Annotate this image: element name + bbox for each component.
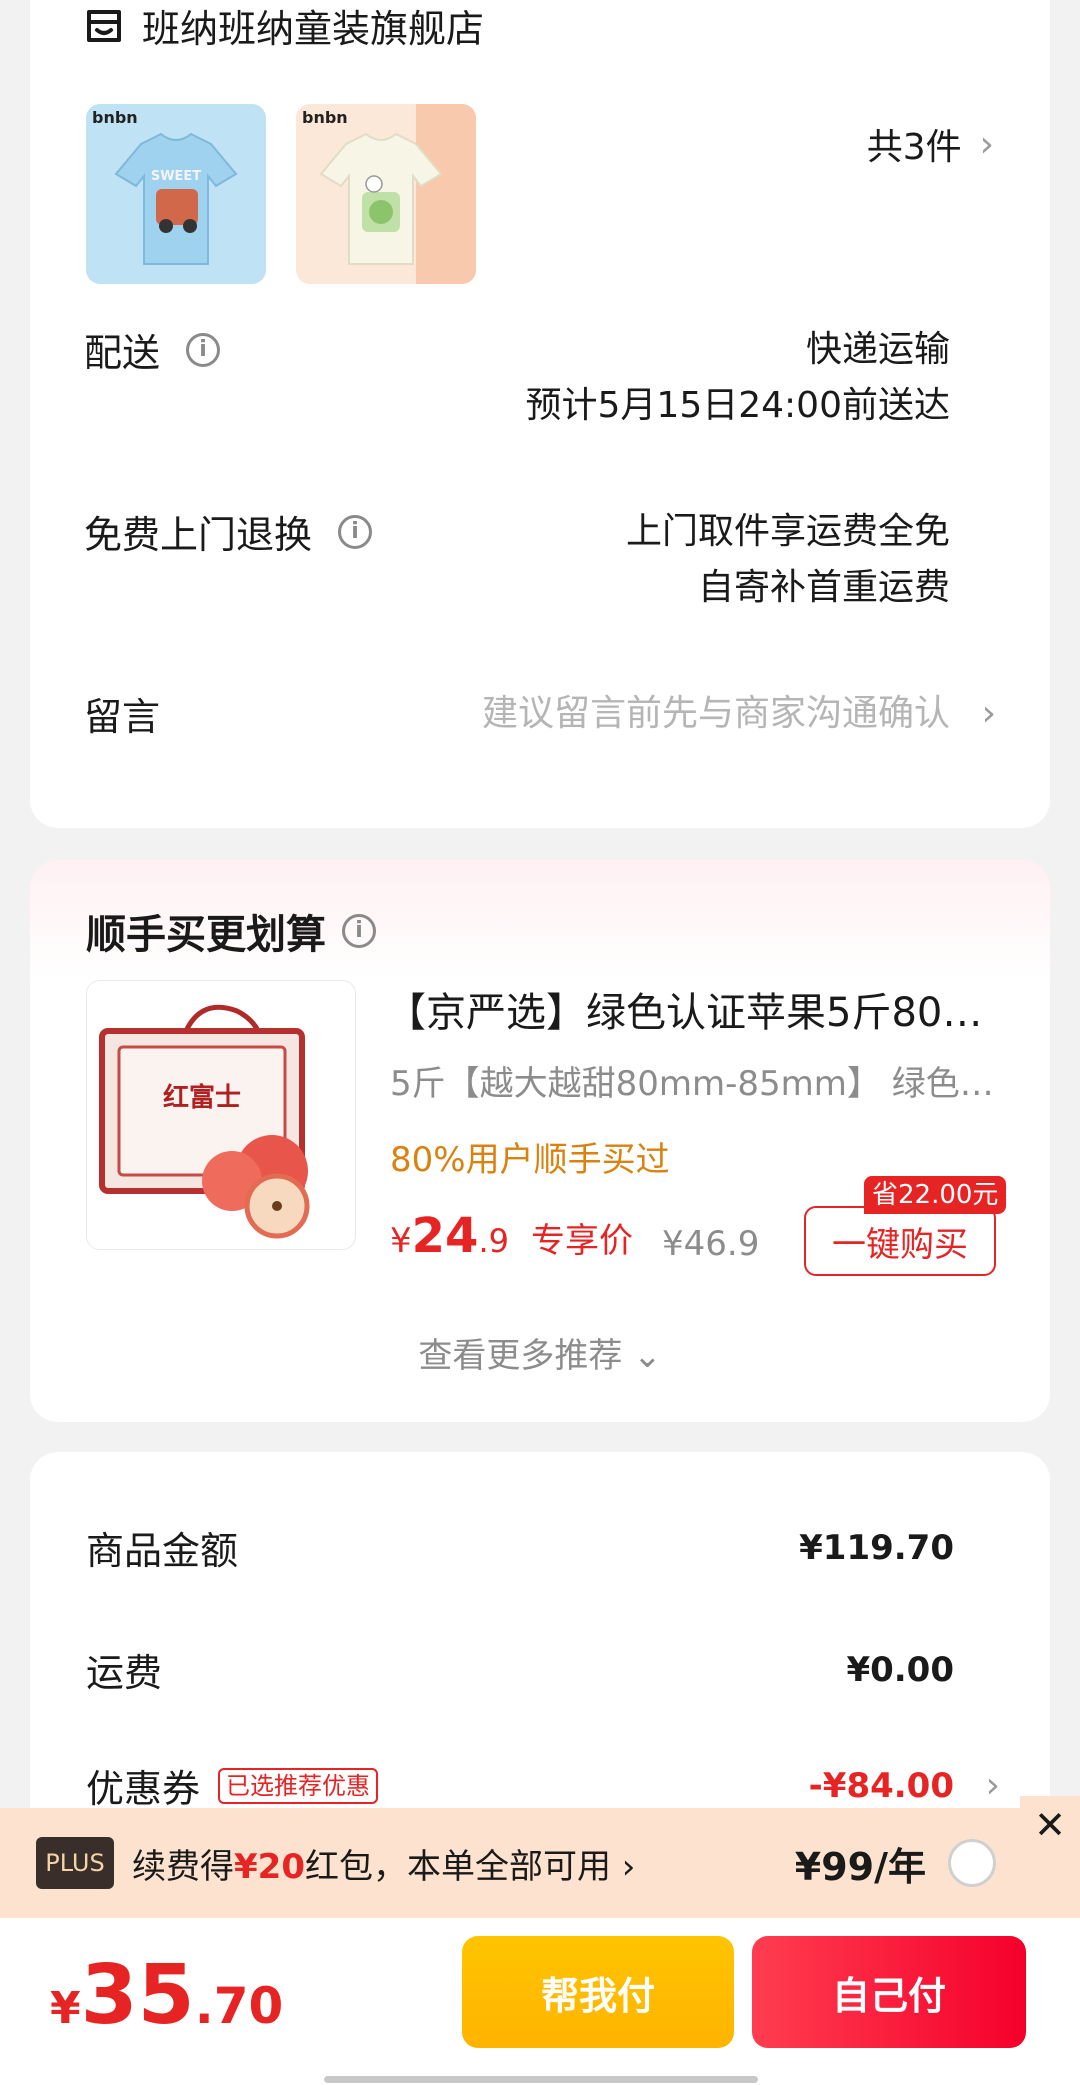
recommend-bought-hint: 80%用户顺手买过: [390, 1140, 670, 1180]
coupon-label: 优惠券: [86, 1767, 201, 1811]
recommend-product-name[interactable]: 【京严选】绿色认证苹果5斤80…: [386, 980, 986, 1038]
note-input[interactable]: 建议留言前先与商家沟通确认 ›: [481, 686, 996, 742]
product-thumbnail-blue-tshirt[interactable]: bnbn SWEET: [86, 104, 266, 284]
note-placeholder: 建议留言前先与商家沟通确认: [481, 693, 950, 734]
shop-header[interactable]: 班纳班纳童装旗舰店: [84, 0, 484, 53]
apple-box-image: 红富士: [87, 981, 355, 1249]
plus-renewal-banner[interactable]: PLUS 续费得¥20红包，本单全部可用 › ¥99/年 ✕: [0, 1796, 1080, 1918]
total-integer: 35: [80, 1948, 195, 2043]
plus-text-pre: 续费得: [132, 1846, 234, 1887]
price-integer: 24: [411, 1208, 479, 1264]
checkout-bar: ¥ 35 .70 帮我付 自己付: [0, 1918, 1080, 2085]
coupon-row[interactable]: 优惠券 已选推荐优惠 -¥84.00 ›: [86, 1758, 1000, 1813]
plus-text-highlight: ¥20: [234, 1846, 305, 1887]
info-icon[interactable]: i: [342, 914, 376, 948]
chevron-down-icon: ⌄: [633, 1336, 662, 1376]
free-return-row: 免费上门退换 i 上门取件享运费全免 自寄补首重运费: [84, 504, 996, 608]
shipping-label: 运费: [86, 1651, 163, 1695]
delivery-label: 配送: [84, 331, 161, 375]
item-count-label: 共3件: [866, 127, 962, 168]
goods-amount-label: 商品金额: [86, 1529, 239, 1573]
chevron-right-icon: ›: [621, 1846, 636, 1887]
pay-myself-button[interactable]: 自己付: [752, 1936, 1026, 2048]
return-line-1: 上门取件享运费全免: [625, 511, 950, 552]
delivery-method: 快递运输: [805, 329, 950, 370]
product-thumbnail-cream-tshirt[interactable]: bnbn: [296, 104, 476, 284]
tshirt-image: SWEET: [114, 132, 238, 265]
recommend-product-image[interactable]: 红富士: [86, 980, 356, 1250]
svg-text:SWEET: SWEET: [151, 169, 201, 184]
note-row[interactable]: 留言 建议留言前先与商家沟通确认 ›: [84, 686, 996, 741]
recommend-title: 顺手买更划算 i: [86, 902, 376, 960]
shipping-row: 运费 ¥0.00: [86, 1642, 954, 1697]
plus-select-radio[interactable]: [948, 1839, 996, 1887]
delivery-row: 配送 i 快递运输 预计5月15日24:00前送达: [84, 322, 996, 426]
delivery-eta: 预计5月15日24:00前送达: [525, 385, 950, 426]
coupon-value: -¥84.00: [808, 1765, 954, 1806]
recommend-title-text: 顺手买更划算: [86, 912, 326, 958]
note-label: 留言: [84, 695, 161, 739]
plus-text-post: 红包，本单全部可用: [304, 1846, 611, 1887]
plus-offer-text[interactable]: 续费得¥20红包，本单全部可用 ›: [132, 1839, 635, 1888]
shop-order-card: 班纳班纳童装旗舰店 bnbn SWEET bnbn 共3件 › 配送 i 快递运…: [30, 0, 1050, 828]
total-currency: ¥: [50, 1983, 81, 2034]
chevron-right-icon: ›: [985, 1765, 1000, 1806]
total-decimal: .70: [194, 1977, 284, 2035]
plus-badge: PLUS: [36, 1837, 114, 1889]
goods-amount-row: 商品金额 ¥119.70: [86, 1520, 954, 1575]
goods-amount-value: ¥119.70: [799, 1527, 954, 1568]
save-badge: 省22.00元: [864, 1176, 1007, 1214]
price-decimal: .9: [478, 1222, 509, 1260]
recommend-card: 顺手买更划算 i 红富士 【京严选】绿色认证苹果5斤80… 5斤【越大越甜80m…: [30, 860, 1050, 1422]
shop-name: 班纳班纳童装旗舰店: [142, 7, 485, 51]
recommend-price: ¥ 24 .9 专享价: [390, 1208, 633, 1264]
return-line-2: 自寄补首重运费: [697, 567, 950, 608]
shipping-value: ¥0.00: [846, 1649, 954, 1690]
free-return-label: 免费上门退换: [84, 513, 313, 557]
coupon-selected-tag: 已选推荐优惠: [218, 1767, 379, 1804]
help-me-pay-button[interactable]: 帮我付: [462, 1936, 734, 2048]
info-icon[interactable]: i: [186, 332, 221, 367]
total-price: ¥ 35 .70: [50, 1948, 283, 2043]
home-indicator[interactable]: [324, 2076, 758, 2083]
plus-price: ¥99/年: [794, 1844, 926, 1889]
more-recommend-label: 查看更多推荐: [418, 1336, 623, 1376]
chevron-right-icon: ›: [979, 123, 994, 165]
thumbnail-brand: bnbn: [92, 108, 138, 127]
shop-icon: [87, 9, 121, 42]
original-price: ¥46.9: [662, 1224, 760, 1264]
more-recommend-link[interactable]: 查看更多推荐 ⌄: [30, 1328, 1050, 1377]
recommend-product-spec[interactable]: 5斤【越大越甜80mm-85mm】 绿色…: [390, 1056, 1010, 1105]
close-icon[interactable]: ✕: [1020, 1796, 1080, 1854]
chevron-right-icon: ›: [981, 693, 996, 734]
box-label: 红富士: [163, 1082, 241, 1113]
product-thumbnails[interactable]: bnbn SWEET bnbn: [86, 104, 506, 284]
info-icon[interactable]: i: [338, 514, 373, 549]
thumbnail-brand: bnbn: [302, 108, 348, 127]
tshirt-image: [319, 104, 476, 284]
one-click-buy-button[interactable]: 一键购买: [804, 1206, 996, 1276]
price-tag: 专享价: [530, 1221, 633, 1261]
item-count-link[interactable]: 共3件 ›: [867, 118, 994, 170]
price-currency: ¥: [390, 1221, 412, 1261]
